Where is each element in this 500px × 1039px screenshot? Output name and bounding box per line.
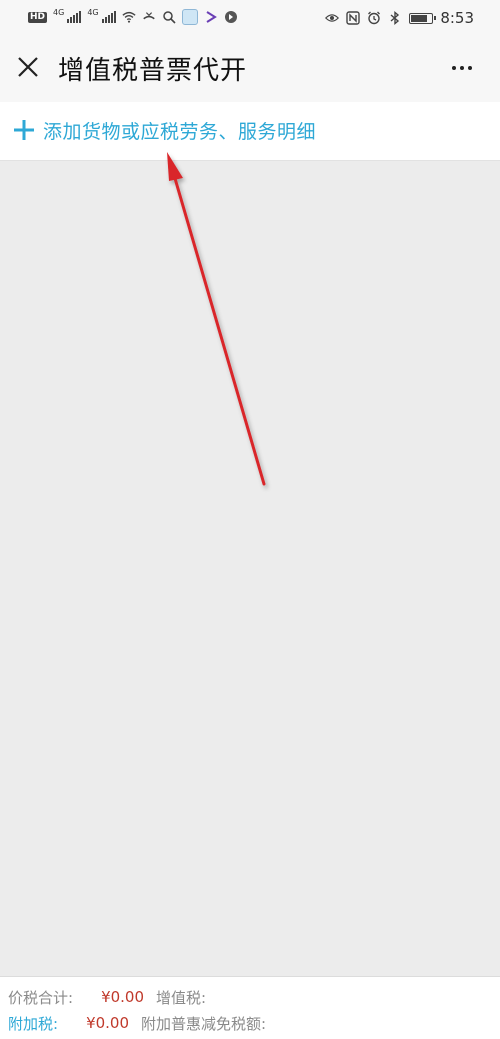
- app-notification-icon: [224, 11, 237, 23]
- close-icon: [18, 57, 38, 77]
- surcharge-label[interactable]: 附加税:: [8, 1013, 58, 1034]
- status-left: HD 4G 4G: [28, 7, 238, 25]
- more-icon: [460, 66, 464, 70]
- summary-footer: 价税合计: ¥0.00 增值税: 附加税: ¥0.00 附加普惠减免税额:: [0, 976, 500, 1039]
- missed-call-icon: [142, 12, 155, 20]
- close-button[interactable]: [12, 51, 44, 83]
- hd-badge: HD: [28, 11, 48, 23]
- summary-row-total: 价税合计: ¥0.00 增值税:: [8, 985, 206, 1009]
- search-icon: [162, 11, 176, 24]
- relief-label: 附加普惠减免税额:: [141, 1014, 267, 1033]
- app-notification-icon: [181, 9, 198, 25]
- eye-icon: [325, 14, 340, 22]
- surcharge-value: ¥0.00: [86, 1014, 130, 1032]
- app-notification-icon: [206, 11, 217, 23]
- wifi-icon: [122, 11, 136, 23]
- add-item-button[interactable]: 添加货物或应税劳务、服务明细: [0, 102, 500, 161]
- bluetooth-icon: [390, 11, 400, 25]
- total-label: 价税合计:: [8, 988, 74, 1007]
- vat-label: 增值税:: [156, 988, 207, 1007]
- total-value: ¥0.00: [101, 988, 145, 1006]
- status-right: 8:53: [325, 9, 474, 27]
- title-bar: 增值税普票代开: [0, 34, 500, 102]
- signal-icon: [101, 11, 116, 23]
- more-icon: [468, 66, 472, 70]
- add-item-label: 添加货物或应税劳务、服务明细: [43, 121, 317, 143]
- battery-icon: [409, 12, 437, 24]
- network-type-1: 4G: [53, 7, 65, 17]
- clock: 8:53: [440, 9, 474, 27]
- status-bar: HD 4G 4G 8:53: [0, 0, 500, 34]
- summary-row-surcharge: 附加税: ¥0.00 附加普惠减免税额:: [8, 1011, 266, 1035]
- network-type-2: 4G: [87, 7, 99, 17]
- more-icon: [452, 66, 456, 70]
- alarm-icon: [368, 11, 381, 25]
- signal-icon: [67, 11, 82, 23]
- page-title: 增值税普票代开: [58, 56, 248, 86]
- plus-icon: [14, 120, 34, 140]
- nfc-icon: [346, 11, 361, 25]
- more-button[interactable]: [446, 54, 478, 82]
